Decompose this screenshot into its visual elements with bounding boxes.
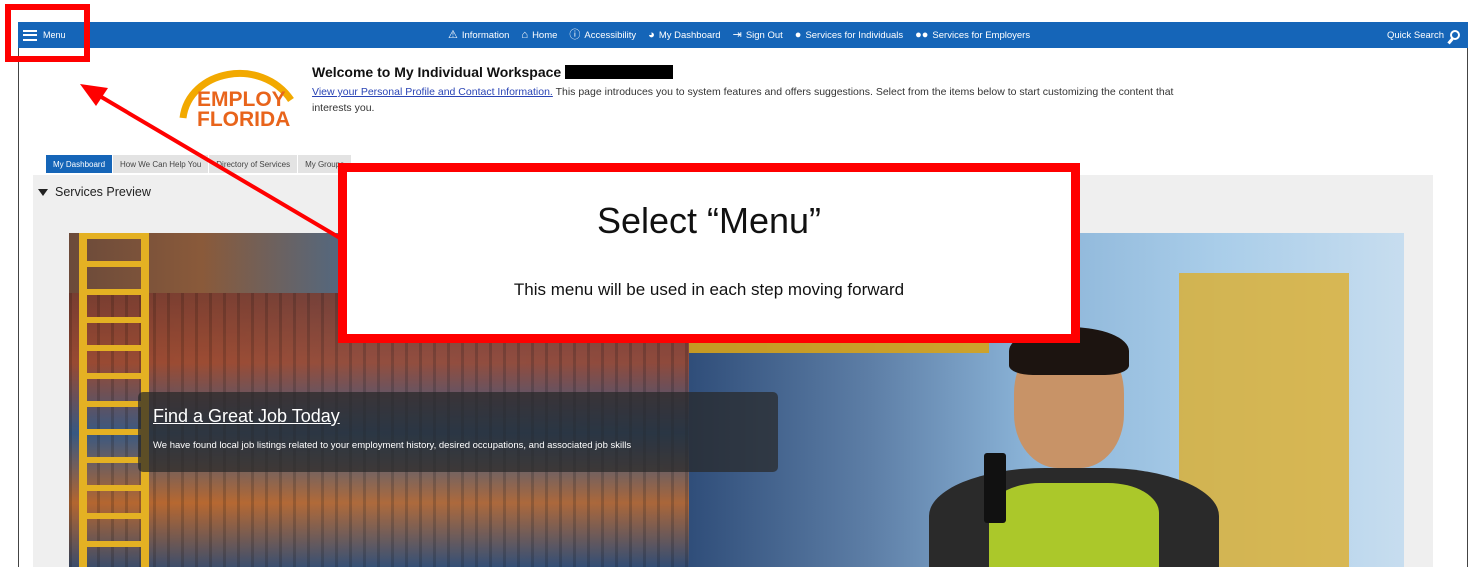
sign-out-icon: ⇥ bbox=[732, 28, 742, 41]
page-title: Welcome to My Individual Workspace bbox=[312, 64, 674, 80]
nav-services-employers[interactable]: ●● Services for Employers bbox=[915, 28, 1031, 41]
welcome-intro: View your Personal Profile and Contact I… bbox=[312, 84, 1192, 116]
nav-label: Information bbox=[461, 29, 510, 41]
nav-label: Sign Out bbox=[745, 29, 783, 41]
nav-label: Home bbox=[532, 29, 558, 41]
nav-home[interactable]: ⌂ Home bbox=[521, 28, 558, 41]
nav-accessibility[interactable]: ⓘ Accessibility bbox=[569, 28, 637, 41]
nav-information[interactable]: ⚠ Information bbox=[448, 28, 510, 41]
quick-search-label: Quick Search bbox=[1386, 29, 1444, 41]
tab-my-dashboard[interactable]: My Dashboard bbox=[46, 155, 114, 173]
quick-search[interactable]: Quick Search bbox=[1387, 22, 1460, 48]
home-icon: ⌂ bbox=[521, 28, 529, 41]
services-preview-toggle[interactable]: Services Preview bbox=[38, 185, 151, 199]
employ-florida-logo: EMPLOY FLORIDA bbox=[179, 70, 294, 131]
nav-label: My Dashboard bbox=[658, 29, 721, 41]
top-nav-links: ⚠ Information ⌂ Home ⓘ Accessibility ◕ M… bbox=[448, 22, 1030, 48]
nav-my-dashboard[interactable]: ◕ My Dashboard bbox=[648, 28, 721, 41]
warning-icon: ⚠ bbox=[448, 28, 458, 41]
section-title: Services Preview bbox=[55, 185, 151, 199]
tab-directory-of-services[interactable]: Directory of Services bbox=[209, 155, 299, 173]
callout-subtitle: This menu will be used in each step movi… bbox=[513, 280, 905, 299]
group-icon: ●● bbox=[915, 28, 929, 41]
redacted-name bbox=[565, 65, 674, 79]
logo-text-florida: FLORIDA bbox=[197, 108, 290, 131]
nav-sign-out[interactable]: ⇥ Sign Out bbox=[732, 28, 783, 41]
menu-highlight-box bbox=[5, 4, 90, 62]
info-circle-icon: ⓘ bbox=[569, 28, 581, 41]
worker-photo bbox=[929, 327, 1219, 567]
job-promo-card: Find a Great Job Today We have found loc… bbox=[138, 392, 778, 472]
profile-link[interactable]: View your Personal Profile and Contact I… bbox=[312, 86, 553, 98]
callout-title: Select “Menu” bbox=[596, 200, 822, 241]
job-promo-description: We have found local job listings related… bbox=[153, 440, 632, 451]
nav-label: Services for Individuals bbox=[805, 29, 904, 41]
caret-down-icon bbox=[38, 188, 48, 196]
instruction-callout: Select “Menu” This menu will be used in … bbox=[338, 163, 1080, 343]
nav-label: Accessibility bbox=[584, 29, 637, 41]
dashboard-icon: ◕ bbox=[648, 28, 655, 41]
find-job-link[interactable]: Find a Great Job Today bbox=[153, 406, 340, 427]
page-title-text: Welcome to My Individual Workspace bbox=[312, 64, 562, 80]
nav-services-individuals[interactable]: ● Services for Individuals bbox=[794, 28, 904, 41]
tab-bar: My Dashboard How We Can Help You Directo… bbox=[46, 155, 353, 173]
search-icon bbox=[1450, 30, 1460, 40]
nav-label: Services for Employers bbox=[932, 29, 1031, 41]
top-nav-bar: Menu ⚠ Information ⌂ Home ⓘ Accessibilit… bbox=[18, 22, 1468, 48]
tab-how-we-can-help[interactable]: How We Can Help You bbox=[113, 155, 210, 173]
user-icon: ● bbox=[794, 28, 802, 41]
